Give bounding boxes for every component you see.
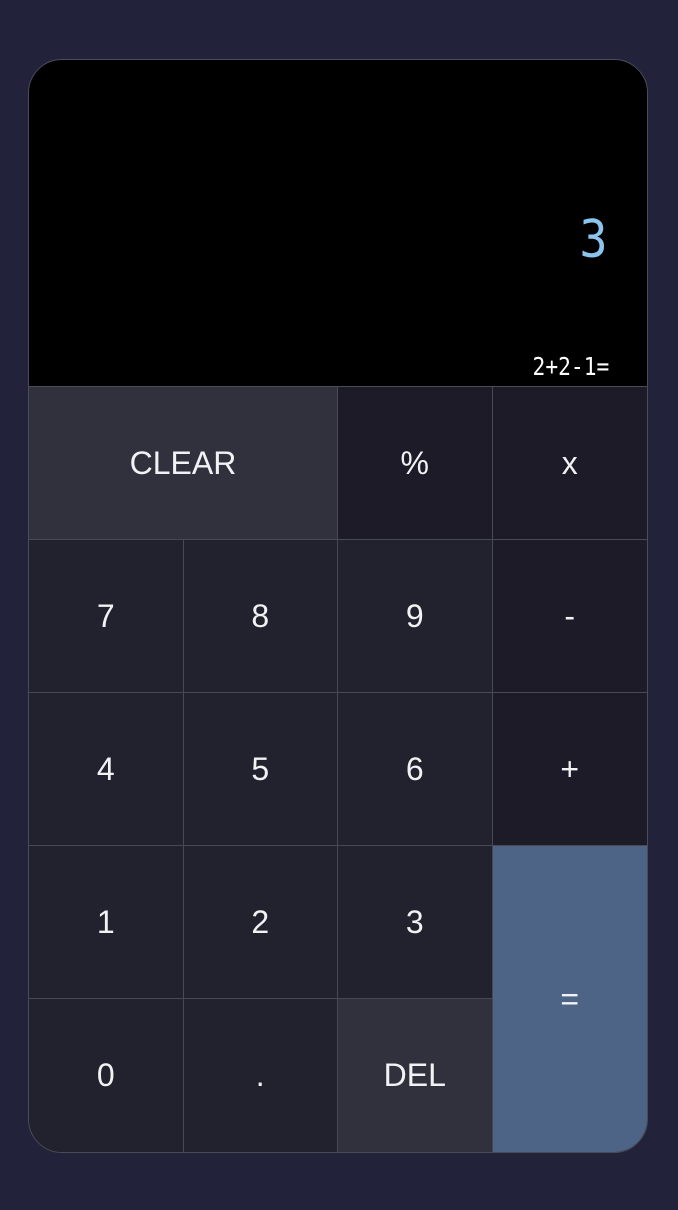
clear-button[interactable]: CLEAR — [29, 387, 338, 540]
multiply-button[interactable]: x — [492, 387, 647, 540]
decimal-button[interactable]: . — [183, 999, 338, 1152]
digit-2-button[interactable]: 2 — [183, 846, 338, 999]
keypad: CLEAR % x 7 8 9 - 4 5 6 + 1 2 3 = 0 . DE… — [29, 387, 647, 1152]
minus-button[interactable]: - — [492, 540, 647, 693]
digit-5-button[interactable]: 5 — [183, 693, 338, 846]
display-panel: 3 2+2-1= — [29, 60, 647, 387]
calculator: 3 2+2-1= CLEAR % x 7 8 9 - 4 5 6 + 1 2 3… — [28, 59, 648, 1153]
digit-7-button[interactable]: 7 — [29, 540, 184, 693]
digit-9-button[interactable]: 9 — [338, 540, 493, 693]
digit-4-button[interactable]: 4 — [29, 693, 184, 846]
digit-3-button[interactable]: 3 — [338, 846, 493, 999]
expression-readout: 2+2-1= — [532, 352, 609, 381]
digit-8-button[interactable]: 8 — [183, 540, 338, 693]
percent-button[interactable]: % — [338, 387, 493, 540]
equals-button[interactable]: = — [492, 846, 647, 1152]
digit-0-button[interactable]: 0 — [29, 999, 184, 1152]
result-readout: 3 — [579, 210, 609, 270]
delete-button[interactable]: DEL — [338, 999, 493, 1152]
plus-button[interactable]: + — [492, 693, 647, 846]
digit-1-button[interactable]: 1 — [29, 846, 184, 999]
digit-6-button[interactable]: 6 — [338, 693, 493, 846]
